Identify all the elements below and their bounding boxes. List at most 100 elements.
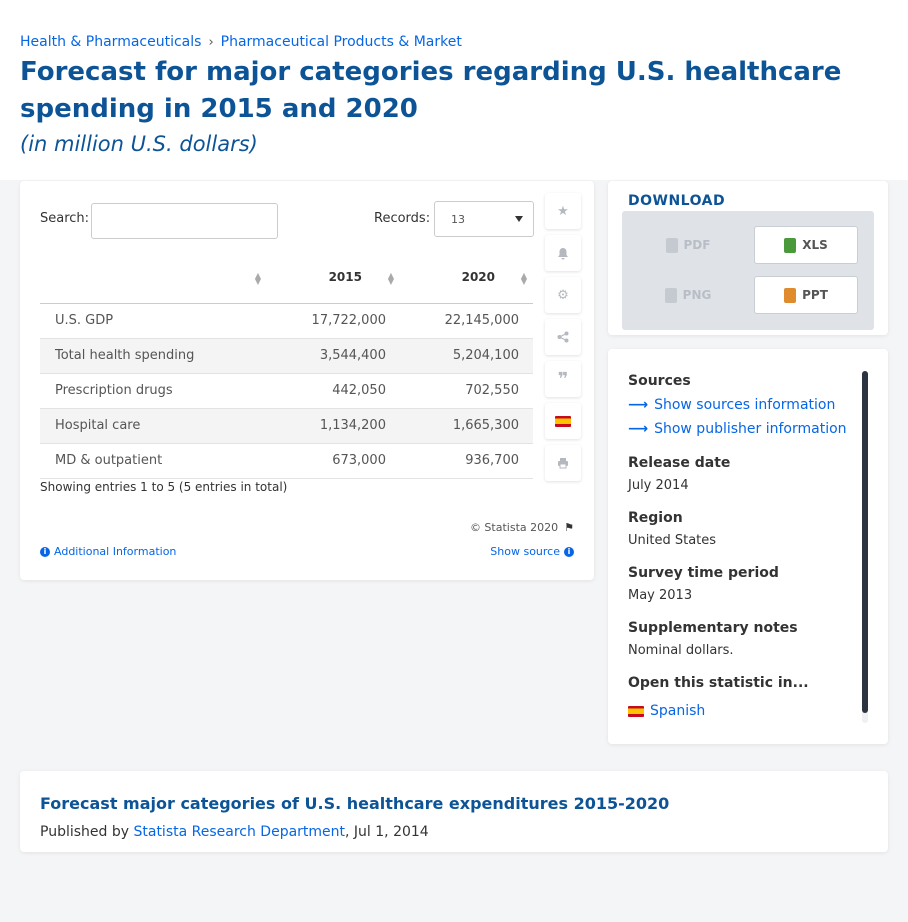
flag-icon: ⚑ (564, 521, 574, 534)
row-label: Total health spending (40, 338, 267, 374)
publication-date: , Jul 1, 2014 (345, 824, 429, 840)
cell-2020: 22,145,000 (399, 303, 533, 339)
column-header-name[interactable]: ▲ ▼ (40, 251, 267, 304)
cell-2020: 936,700 (399, 443, 533, 479)
column-header-2020[interactable]: 2020 ▲ ▼ (399, 251, 533, 304)
language-button[interactable] (545, 403, 581, 439)
spanish-flag-icon (555, 415, 571, 427)
table-row: MD & outpatient 673,000 936,700 (40, 443, 533, 479)
row-label: MD & outpatient (40, 443, 267, 479)
page-title: Forecast for major categories regarding … (20, 57, 842, 124)
open-statistic-label: Open this statistic in... (628, 675, 809, 691)
ppt-file-icon (784, 287, 797, 303)
png-file-icon (664, 287, 677, 303)
star-icon: ★ (557, 203, 569, 219)
entries-info: Showing entries 1 to 5 (5 entries in tot… (40, 480, 288, 494)
additional-info-label: Additional Information (54, 545, 177, 558)
download-card: DOWNLOAD PDF XLS PNG PPT (608, 181, 888, 335)
breadcrumb-separator: › (208, 34, 214, 50)
download-png-button[interactable]: PNG (636, 276, 740, 314)
page-subtitle: (in million U.S. dollars) (20, 132, 258, 156)
download-ppt-button[interactable]: PPT (754, 276, 858, 314)
open-spanish-label: Spanish (650, 703, 706, 719)
download-pdf-label: PDF (683, 238, 711, 252)
table-card: Search: Records: 13 ▲ ▼ 2015 ▲ ▼ 2020 ▲ ▼ U.S… (20, 181, 594, 580)
show-sources-link[interactable]: ⟶ Show sources information (628, 397, 835, 413)
share-button[interactable] (545, 319, 581, 355)
show-publisher-link[interactable]: ⟶ Show publisher information (628, 421, 847, 437)
download-xls-label: XLS (802, 238, 828, 252)
share-icon (557, 331, 569, 343)
region-value: United States (628, 533, 717, 548)
supplementary-notes-value: Nominal dollars. (628, 643, 734, 658)
print-button[interactable] (545, 445, 581, 481)
open-spanish-link[interactable]: Spanish (628, 703, 705, 719)
region-label: Region (628, 510, 683, 526)
release-date-label: Release date (628, 455, 731, 471)
favorite-button[interactable]: ★ (545, 193, 581, 229)
publication-title: Forecast major categories of U.S. health… (40, 794, 670, 813)
toolbar: ★ ⚙ ❞ (545, 193, 581, 487)
table-row: Prescription drugs 442,050 702,550 (40, 373, 533, 409)
info-card: Sources ⟶ Show sources information ⟶ Sho… (608, 349, 888, 744)
show-publisher-label: Show publisher information (654, 421, 847, 437)
records-label: Records: (374, 211, 431, 226)
download-ppt-label: PPT (802, 288, 828, 302)
cell-2020: 5,204,100 (399, 338, 533, 374)
pdf-file-icon (665, 237, 678, 253)
row-label: Prescription drugs (40, 373, 267, 409)
table-row: Total health spending 3,544,400 5,204,10… (40, 338, 533, 374)
cell-2015: 3,544,400 (266, 338, 400, 374)
notify-button[interactable] (545, 235, 581, 271)
cell-2015: 673,000 (266, 443, 400, 479)
download-pdf-button[interactable]: PDF (636, 226, 740, 264)
cell-2015: 442,050 (266, 373, 400, 409)
column-header-2015[interactable]: 2015 ▲ ▼ (266, 251, 400, 304)
xls-file-icon (784, 237, 797, 253)
row-label: Hospital care (40, 408, 267, 444)
cell-2020: 1,665,300 (399, 408, 533, 444)
publication-card: Forecast major categories of U.S. health… (20, 771, 888, 852)
breadcrumb-health[interactable]: Health & Pharmaceuticals (20, 34, 201, 50)
bell-icon (558, 247, 568, 259)
records-select[interactable]: 13 (434, 201, 534, 237)
cell-2020: 702,550 (399, 373, 533, 409)
table-row: U.S. GDP 17,722,000 22,145,000 (40, 303, 533, 339)
cell-2015: 1,134,200 (266, 408, 400, 444)
info-icon: i (564, 546, 574, 557)
release-date-value: July 2014 (628, 478, 689, 493)
published-by-label: Published by (40, 824, 134, 840)
info-icon: i (40, 546, 50, 557)
quote-icon: ❞ (557, 368, 569, 390)
search-label: Search: (40, 211, 90, 226)
records-value: 13 (451, 213, 465, 226)
print-icon (558, 458, 568, 469)
scrollbar-thumb[interactable] (862, 371, 868, 713)
survey-period-value: May 2013 (628, 588, 693, 603)
arrow-right-icon: ⟶ (628, 397, 649, 413)
arrow-right-icon: ⟶ (628, 421, 649, 437)
additional-info-link[interactable]: i Additional Information (40, 545, 176, 558)
copyright-text: © Statista 2020 (469, 521, 559, 534)
publication-byline: Published by Statista Research Departmen… (40, 824, 429, 840)
publisher-link[interactable]: Statista Research Department (133, 824, 345, 840)
gear-icon: ⚙ (557, 287, 569, 303)
download-box: PDF XLS PNG PPT (622, 211, 874, 330)
cell-2015: 17,722,000 (266, 303, 400, 339)
breadcrumb-pharma[interactable]: Pharmaceutical Products & Market (221, 34, 462, 50)
search-input[interactable] (91, 203, 278, 239)
settings-button[interactable]: ⚙ (545, 277, 581, 313)
supplementary-notes-label: Supplementary notes (628, 620, 798, 636)
show-source-label: Show source (490, 545, 560, 558)
chevron-down-icon (515, 216, 523, 222)
data-table: ▲ ▼ 2015 ▲ ▼ 2020 ▲ ▼ U.S. GDP 17,722,000 22,… (40, 251, 533, 479)
spanish-flag-icon (628, 705, 644, 717)
sort-icon: ▲ ▼ (520, 271, 527, 286)
show-source-link[interactable]: Show source i (490, 545, 574, 558)
table-row: Hospital care 1,134,200 1,665,300 (40, 408, 533, 444)
row-label: U.S. GDP (40, 303, 267, 339)
cite-button[interactable]: ❞ (545, 361, 581, 397)
breadcrumb: Health & Pharmaceuticals › Pharmaceutica… (20, 34, 462, 50)
download-xls-button[interactable]: XLS (754, 226, 858, 264)
info-scrollbar[interactable] (862, 371, 868, 723)
